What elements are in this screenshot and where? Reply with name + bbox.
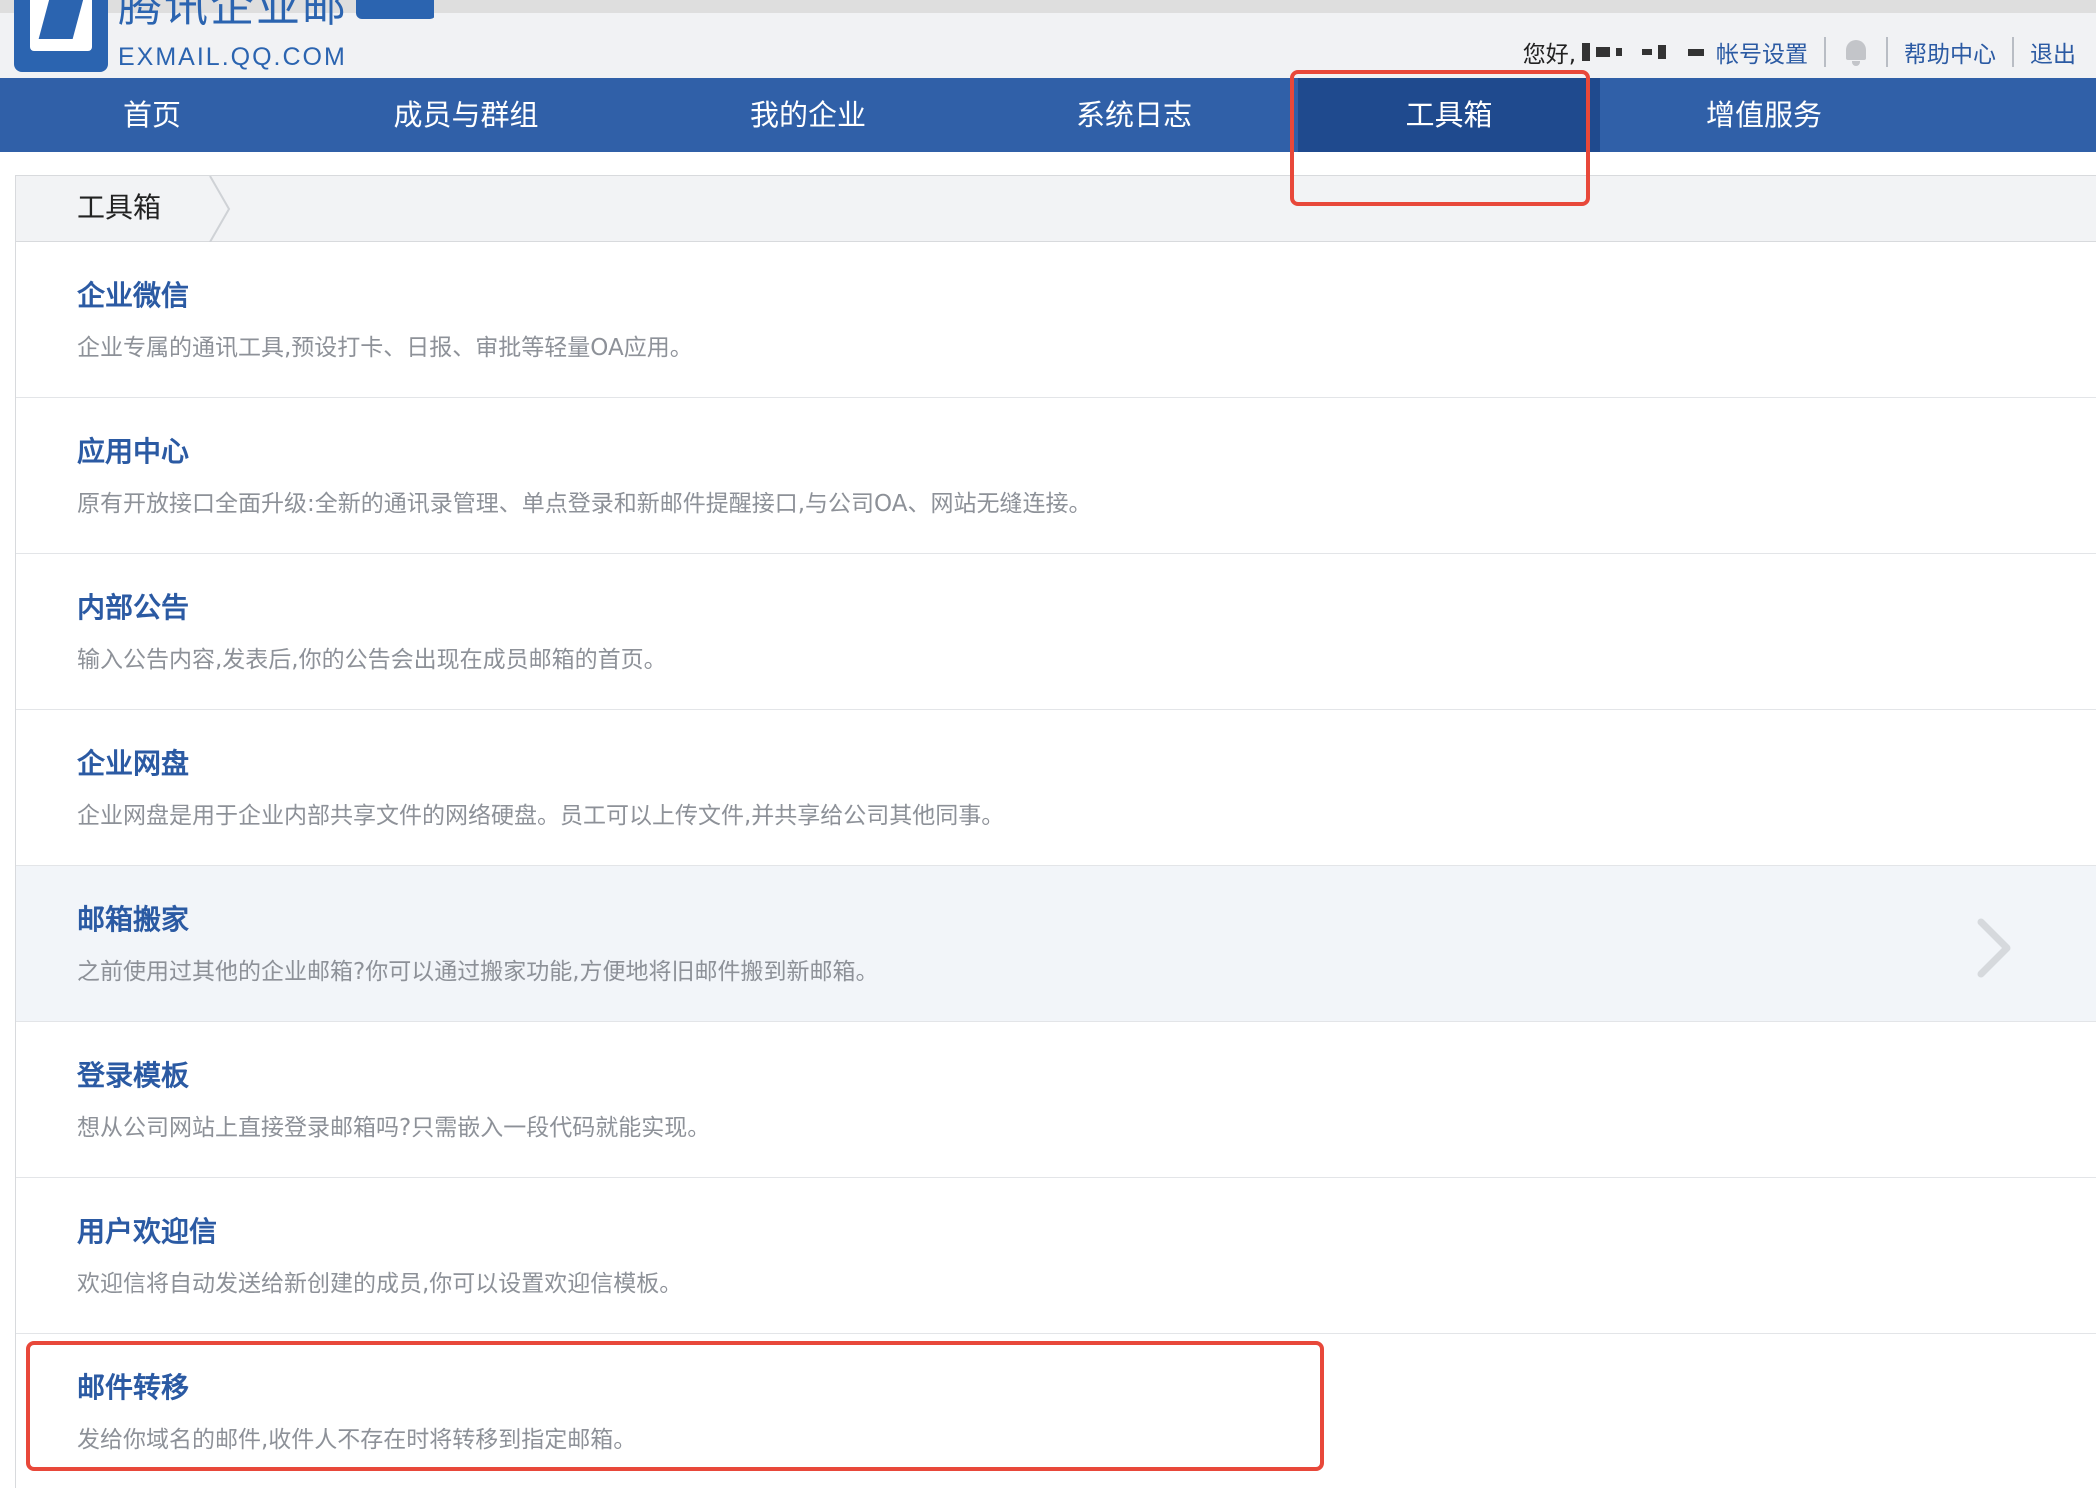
- tool-desc: 输入公告内容,发表后,你的公告会出现在成员邮箱的首页。: [77, 647, 667, 673]
- page: 腾讯企业邮 EXMAIL.QQ.COM 您好, 帐号设置 帮助中心 退出 首页 …: [0, 0, 2096, 1488]
- tool-title: 用户欢迎信: [77, 1215, 218, 1248]
- top-bar: 腾讯企业邮 EXMAIL.QQ.COM 您好, 帐号设置 帮助中心 退出: [0, 0, 2096, 78]
- brand-domain: EXMAIL.QQ.COM: [118, 43, 347, 71]
- tool-item-announcement[interactable]: 内部公告 输入公告内容,发表后,你的公告会出现在成员邮箱的首页。: [16, 554, 2096, 710]
- tool-desc: 欢迎信将自动发送给新创建的成员,你可以设置欢迎信模板。: [77, 1271, 683, 1297]
- divider: [1886, 37, 1888, 67]
- tool-item-mailbox-migration[interactable]: 邮箱搬家 之前使用过其他的企业邮箱?你可以通过搬家功能,方便地将旧邮件搬到新邮箱…: [16, 866, 2096, 1022]
- tool-title: 内部公告: [77, 591, 190, 624]
- nav-home[interactable]: 首页: [72, 78, 232, 152]
- redacted-username: [1582, 43, 1704, 61]
- chevron-right-icon[interactable]: [1971, 918, 2015, 978]
- user-links: 您好, 帐号设置 帮助中心 退出: [1523, 30, 2076, 74]
- nav-my-company[interactable]: 我的企业: [726, 78, 890, 152]
- tool-title: 应用中心: [77, 435, 190, 468]
- nav-toolbox[interactable]: 工具箱: [1298, 78, 1600, 152]
- tool-title: 邮箱搬家: [77, 903, 190, 936]
- greeting-text: 您好,: [1522, 42, 1576, 68]
- breadcrumb-current: 工具箱: [77, 191, 162, 224]
- tool-title: 邮件转移: [77, 1371, 190, 1404]
- logout-link[interactable]: 退出: [2030, 35, 2076, 69]
- nav-members-groups[interactable]: 成员与群组: [368, 78, 564, 152]
- tool-desc: 企业专属的通讯工具,预设打卡、日报、审批等轻量OA应用。: [77, 335, 693, 361]
- nav-system-log[interactable]: 系统日志: [1052, 78, 1216, 152]
- tool-item-login-template[interactable]: 登录模板 想从公司网站上直接登录邮箱吗?只需嵌入一段代码就能实现。: [16, 1022, 2096, 1178]
- tool-desc: 想从公司网站上直接登录邮箱吗?只需嵌入一段代码就能实现。: [77, 1115, 711, 1141]
- brand-name: 腾讯企业邮: [118, 0, 348, 32]
- divider: [2012, 37, 2014, 67]
- breadcrumb: 工具箱: [16, 176, 2096, 242]
- tool-item-netdisk[interactable]: 企业网盘 企业网盘是用于企业内部共享文件的网络硬盘。员工可以上传文件,并共享给公…: [16, 710, 2096, 866]
- edition-badge: [356, 0, 434, 19]
- bell-icon[interactable]: [1842, 37, 1870, 67]
- main-nav: 首页 成员与群组 我的企业 系统日志 工具箱 增值服务: [0, 78, 2096, 152]
- account-settings-link[interactable]: 帐号设置: [1716, 35, 1808, 69]
- nav-value-added[interactable]: 增值服务: [1682, 78, 1846, 152]
- tool-item-app-center[interactable]: 应用中心 原有开放接口全面升级:全新的通讯录管理、单点登录和新邮件提醒接口,与公…: [16, 398, 2096, 554]
- brand-logo[interactable]: 腾讯企业邮 EXMAIL.QQ.COM: [14, 0, 434, 74]
- tool-title: 企业网盘: [77, 747, 190, 780]
- tool-desc: 发给你域名的邮件,收件人不存在时将转移到指定邮箱。: [77, 1427, 637, 1453]
- breadcrumb-chevron-icon: [209, 176, 231, 242]
- toolbox-panel: 工具箱 企业微信 企业专属的通讯工具,预设打卡、日报、审批等轻量OA应用。 应用…: [15, 175, 2096, 1488]
- tool-desc: 企业网盘是用于企业内部共享文件的网络硬盘。员工可以上传文件,并共享给公司其他同事…: [77, 803, 1005, 829]
- tool-desc: 原有开放接口全面升级:全新的通讯录管理、单点登录和新邮件提醒接口,与公司OA、网…: [77, 491, 1092, 517]
- tool-title: 企业微信: [77, 279, 190, 312]
- divider: [1824, 37, 1826, 67]
- tool-item-wework[interactable]: 企业微信 企业专属的通讯工具,预设打卡、日报、审批等轻量OA应用。: [16, 242, 2096, 398]
- tool-item-welcome-letter[interactable]: 用户欢迎信 欢迎信将自动发送给新创建的成员,你可以设置欢迎信模板。: [16, 1178, 2096, 1334]
- help-center-link[interactable]: 帮助中心: [1904, 35, 1996, 69]
- tool-item-mail-forwarding[interactable]: 邮件转移 发给你域名的邮件,收件人不存在时将转移到指定邮箱。: [16, 1334, 2096, 1488]
- tool-desc: 之前使用过其他的企业邮箱?你可以通过搬家功能,方便地将旧邮件搬到新邮箱。: [77, 959, 879, 985]
- logo-icon: [14, 0, 108, 72]
- tool-title: 登录模板: [77, 1059, 190, 1092]
